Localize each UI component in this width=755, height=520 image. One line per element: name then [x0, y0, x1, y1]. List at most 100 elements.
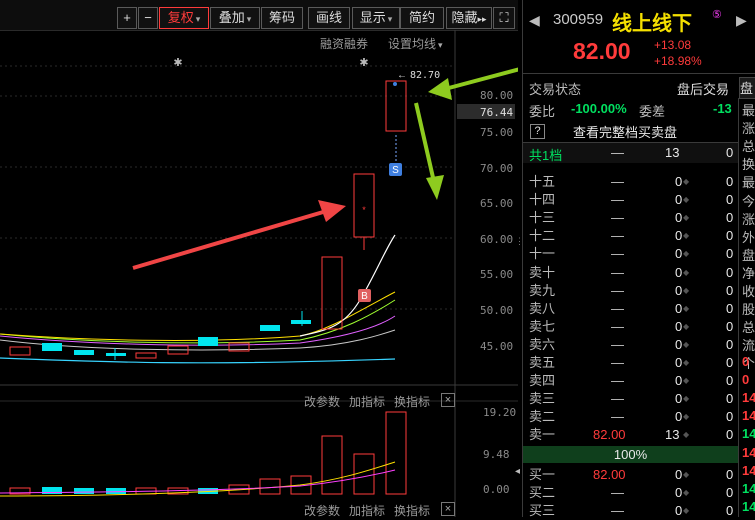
orderbook-price: — [611, 409, 624, 425]
prev-stock-icon[interactable]: ◀ [529, 12, 540, 29]
orderbook-row[interactable]: 卖一 82.00 13 ◆ 0 [523, 426, 738, 444]
orderbook-level-label: 买一 [529, 466, 556, 482]
orderbook-volume: 0 [675, 484, 683, 500]
add-indicator-link[interactable]: 加指标 [349, 393, 385, 410]
orderbook-row[interactable]: 买二 —0 ◆ 0 [523, 484, 738, 502]
price-tick: 50.00 [480, 304, 514, 317]
orderbook-level-label: 卖一 [529, 427, 556, 443]
draw-line-button[interactable]: 画线 [308, 7, 350, 29]
switch-indicator-link[interactable]: 换指标 [394, 502, 430, 519]
orderbook-volume: 0 [675, 264, 683, 280]
change-params-link[interactable]: 改参数 [304, 502, 340, 519]
full-orderbook-link[interactable]: 查看完整档买卖盘 [573, 122, 677, 141]
last-price: 82.00 [573, 38, 631, 64]
orderbook-row[interactable]: 十五 —0 ◆ 0 [523, 173, 738, 191]
total-levels-row: 共1档 — 13 0 [523, 142, 738, 163]
stock-name: 线上线下 [612, 13, 692, 35]
volume-tick: 9.48 [483, 448, 510, 461]
close-icon[interactable]: × [441, 502, 455, 516]
overlay-dropdown[interactable]: 叠加 [210, 7, 260, 29]
orderbook-price: — [611, 174, 624, 189]
orderbook-row[interactable]: 卖八 —0 ◆ 0 [523, 300, 738, 318]
next-stock-icon[interactable]: ▶ [736, 12, 747, 29]
orderbook-level-label: 卖六 [529, 336, 556, 352]
tab-pan[interactable]: 盘 [739, 77, 755, 99]
orderbook-row[interactable]: 卖十 —0 ◆ 0 [523, 264, 738, 282]
orderbook-level-label: 卖八 [529, 300, 556, 316]
dot-icon: ◆ [683, 195, 690, 205]
fullscreen-icon[interactable]: ⛶ [493, 7, 515, 29]
price-tick: 65.00 [480, 197, 514, 210]
red-annotation-arrow [132, 208, 331, 270]
change-params-link[interactable]: 改参数 [304, 393, 340, 410]
side-stat-value: 0 [742, 372, 750, 388]
side-stat-label: 涨 [742, 121, 755, 137]
orderbook-row[interactable]: 十一 —0 ◆ 0 [523, 245, 738, 263]
hide-button[interactable]: 隐藏▸▸ [446, 7, 492, 29]
volume-bar [106, 488, 126, 494]
dot-icon: ◆ [683, 487, 690, 497]
orderbook-row[interactable]: 卖四 —0 ◆ 0 [523, 372, 738, 390]
orderbook-price: 82.00 [593, 427, 626, 443]
event-star-icon[interactable]: ✱ [173, 57, 182, 69]
volume-bar [259, 478, 281, 495]
orderbook-row[interactable]: 十四 —0 ◆ 0 [523, 191, 738, 209]
divider [523, 73, 755, 74]
side-stat-value: 14 [742, 390, 755, 406]
red-arrowhead [318, 200, 346, 222]
candle [198, 337, 218, 346]
side-stat-label: 股 [742, 302, 755, 318]
side-stat-value: 14 [742, 444, 755, 460]
candle [260, 325, 280, 331]
event-star-icon[interactable]: ✱ [359, 57, 368, 69]
orderbook-volume: 13 [665, 427, 680, 443]
orderbook-row[interactable]: 十三 —0 ◆ 0 [523, 209, 738, 227]
side-stat-label: 流 [742, 338, 755, 354]
overlay-label: 叠加 [218, 10, 245, 25]
green-arrowhead [428, 78, 452, 100]
side-stat-label: 最 [742, 103, 755, 118]
price-tick: 55.00 [480, 268, 514, 281]
high-price-label: 82.70 [410, 70, 440, 81]
side-stat-label: 今 [742, 193, 755, 209]
kline-chart[interactable]: S B ✱ ✱ * ← 82.70 [0, 30, 518, 517]
close-icon[interactable]: × [441, 393, 455, 407]
simple-mode-button[interactable]: 简约 [400, 7, 444, 29]
orderbook-price: — [611, 336, 624, 352]
dot-icon: ◆ [683, 430, 690, 440]
dot-icon: ◆ [683, 339, 690, 349]
chips-button[interactable]: 筹码 [261, 7, 303, 29]
orderbook-extra: 0 [726, 409, 734, 425]
orderbook-row[interactable]: 卖五 —0 ◆ 0 [523, 354, 738, 372]
switch-indicator-link[interactable]: 换指标 [394, 393, 430, 410]
orderbook-volume: 0 [675, 466, 683, 482]
volume-bar [321, 435, 343, 495]
side-stat-label: 涨 [742, 211, 755, 227]
orderbook-row[interactable]: 卖九 —0 ◆ 0 [523, 282, 738, 300]
price-tick: 45.00 [480, 340, 514, 353]
orderbook-row[interactable]: 卖七 —0 ◆ 0 [523, 318, 738, 336]
side-stat-label: 最 [742, 175, 755, 191]
zoom-in-button[interactable]: + [117, 7, 137, 29]
orderbook-price: — [611, 210, 624, 226]
collapse-arrow-icon[interactable]: ◂ [515, 466, 520, 477]
weicha-value: -13 [713, 101, 732, 116]
orderbook-row[interactable]: 卖六 —0 ◆ 0 [523, 336, 738, 354]
side-stat-label: 盘 [742, 247, 755, 263]
ma-line-short [299, 234, 396, 337]
orderbook-row[interactable]: 买一 82.00 0 ◆ 0 [523, 466, 738, 484]
add-indicator-link[interactable]: 加指标 [349, 502, 385, 519]
orderbook-volume: 0 [675, 300, 683, 316]
fuquan-dropdown[interactable]: 复权 [159, 7, 209, 29]
candle [321, 256, 343, 330]
help-icon[interactable]: ? [530, 124, 545, 139]
orderbook-volume: 0 [675, 409, 683, 425]
orderbook-row[interactable]: 卖三 —0 ◆ 0 [523, 390, 738, 408]
orderbook-price: — [611, 484, 624, 500]
display-dropdown[interactable]: 显示 [352, 7, 400, 29]
orderbook-row[interactable]: 卖二 —0 ◆ 0 [523, 408, 738, 426]
zoom-out-button[interactable]: − [138, 7, 158, 29]
orderbook-volume: 0 [675, 336, 683, 352]
bid-ask-ratio-bar: 100% [523, 445, 738, 463]
orderbook-row[interactable]: 十二 —0 ◆ 0 [523, 227, 738, 245]
